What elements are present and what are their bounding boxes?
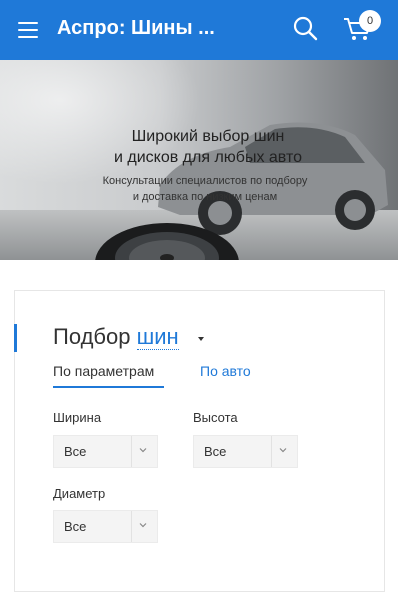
cart-count-badge[interactable]: 0 [359, 10, 381, 32]
tab-by-car[interactable]: По авто [200, 363, 251, 379]
tab-by-parameters[interactable]: По параметрам [53, 363, 164, 388]
chevron-down-icon [279, 448, 287, 453]
accent-bar [14, 324, 17, 352]
menu-icon[interactable] [18, 21, 38, 39]
selector-title: Подбор шин [53, 324, 179, 350]
selector-title-prefix: Подбор [53, 324, 131, 349]
subtext-line-1: Консультации специалистов по подбору [102, 175, 308, 187]
chevron-down-icon [139, 523, 147, 528]
width-label: Ширина [53, 410, 102, 425]
chevron-down-icon [139, 448, 147, 453]
height-select[interactable]: Все [193, 435, 298, 468]
select-divider [131, 511, 132, 542]
banner-subtext: Консультации специалистов по подбору и д… [60, 173, 350, 205]
height-label: Высота [193, 410, 238, 425]
promo-banner[interactable]: Широкий выбор шин и дисков для любых авт… [0, 60, 398, 260]
tire-selector-panel: Подбор шин По параметрам По авто Ширина … [14, 290, 385, 592]
headline-line-2: и дисков для любых авто [114, 149, 302, 166]
diameter-select[interactable]: Все [53, 510, 158, 543]
search-icon[interactable] [292, 15, 318, 41]
tire-image [95, 223, 239, 260]
diameter-label: Диаметр [53, 486, 106, 501]
selector-type-dropdown[interactable]: шин [136, 324, 179, 350]
width-select[interactable]: Все [53, 435, 158, 468]
banner-headline: Широкий выбор шин и дисков для любых авт… [100, 126, 316, 168]
select-divider [131, 436, 132, 467]
diameter-select-value: Все [64, 519, 87, 534]
app-header: Аспро: Шины ... 0 [0, 0, 398, 60]
select-divider [271, 436, 272, 467]
headline-line-1: Широкий выбор шин [131, 128, 285, 145]
site-title[interactable]: Аспро: Шины ... [57, 17, 215, 40]
caret-down-icon[interactable] [198, 337, 204, 341]
subtext-line-2: и доставка по низким ценам [132, 191, 278, 203]
height-select-value: Все [204, 444, 227, 459]
width-select-value: Все [64, 444, 87, 459]
